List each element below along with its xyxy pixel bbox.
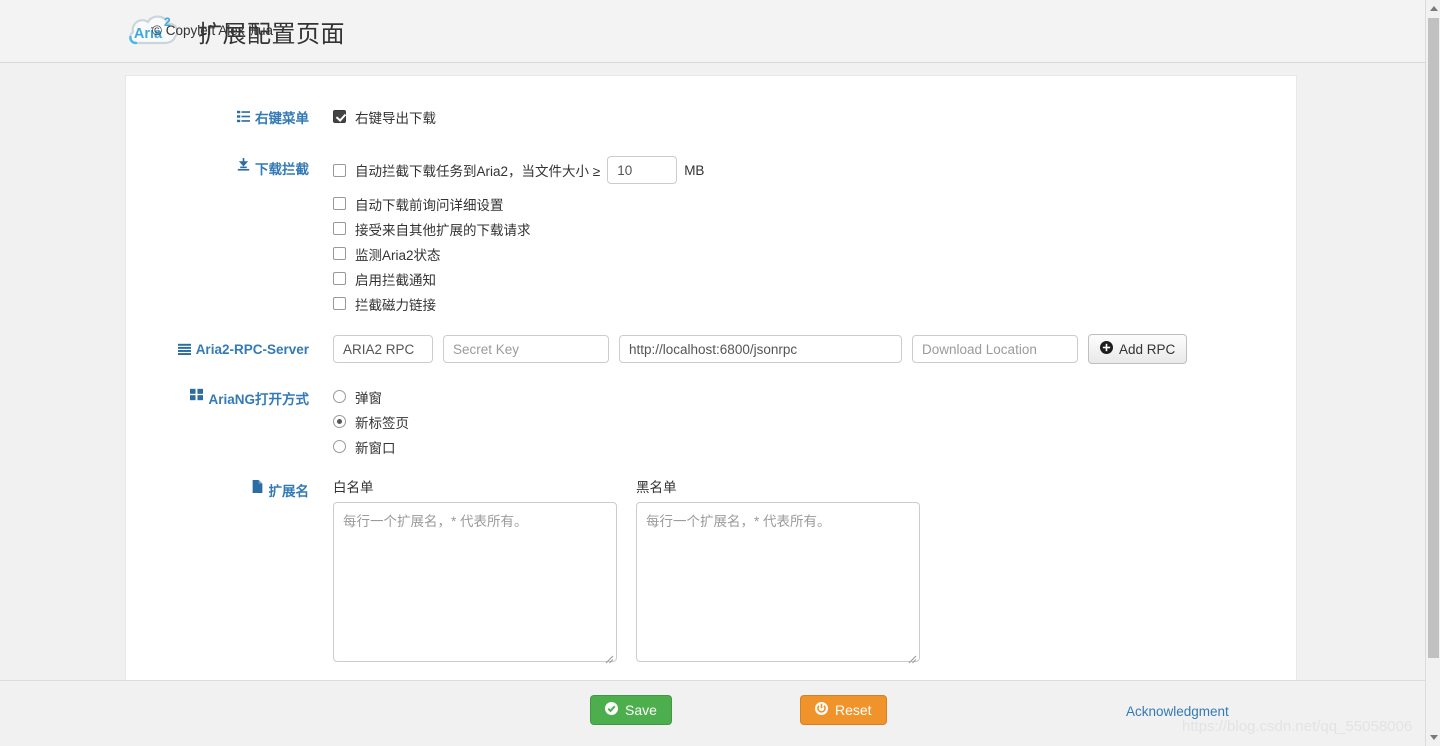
blacklist-label: 黑名单: [636, 476, 920, 496]
blacklist-group: 黑名单: [636, 476, 920, 667]
checkbox-row-monitor-aria2[interactable]: 监测Aria2状态: [333, 241, 704, 266]
server-icon: [178, 343, 191, 356]
radio-row-popup[interactable]: 弹窗: [333, 384, 409, 409]
file-size-threshold-input[interactable]: [607, 156, 677, 184]
checkbox-row-accept-external[interactable]: 接受来自其他扩展的下载请求: [333, 216, 704, 241]
grid-icon: [190, 388, 203, 401]
auto-capture-prefix-label: 自动拦截下载任务到Aria2，当文件大小 ≥: [355, 160, 600, 180]
radio-new-tab[interactable]: [333, 415, 346, 428]
scroll-up-arrow-icon[interactable]: [1430, 6, 1438, 11]
list-icon: [237, 110, 250, 123]
plus-circle-icon: [1100, 341, 1113, 357]
extension-name-label-text: 扩展名: [269, 480, 310, 500]
file-size-unit-label: MB: [684, 163, 704, 178]
checkbox-ask-before-download[interactable]: [333, 197, 346, 210]
radio-new-window[interactable]: [333, 440, 346, 453]
context-menu-label-text: 右键菜单: [255, 107, 309, 127]
radio-new-window-label: 新窗口: [355, 437, 396, 457]
radio-popup[interactable]: [333, 390, 346, 403]
ariang-open-label-text: AriaNG打开方式: [208, 388, 309, 408]
rpc-name-input[interactable]: [333, 335, 433, 363]
checkbox-export-download-label: 右键导出下载: [355, 107, 436, 127]
checkbox-capture-magnet[interactable]: [333, 297, 346, 310]
download-icon: [237, 158, 250, 171]
save-button-label: Save: [625, 702, 657, 718]
section-extension-name: 扩展名 白名单 黑名单: [126, 476, 920, 667]
scrollbar-thumb[interactable]: [1428, 18, 1439, 658]
checkbox-export-download[interactable]: [333, 110, 346, 123]
settings-panel: 右键菜单 右键导出下载 下载拦截: [125, 75, 1297, 680]
watermark-text: https://blog.csdn.net/qq_55058006: [1182, 718, 1412, 735]
add-rpc-button[interactable]: Add RPC: [1088, 334, 1187, 364]
rpc-server-label-text: Aria2-RPC-Server: [196, 342, 309, 357]
checkbox-row-ask-before-download[interactable]: 自动下载前询问详细设置: [333, 191, 704, 216]
section-rpc-server: Aria2-RPC-Server Add RPC: [126, 334, 1187, 364]
checkbox-accept-external-label: 接受来自其他扩展的下载请求: [355, 219, 531, 239]
rpc-secret-input[interactable]: [443, 335, 609, 363]
context-menu-label: 右键菜单: [126, 104, 309, 129]
radio-new-tab-label: 新标签页: [355, 412, 409, 432]
checkbox-capture-magnet-label: 拦截磁力链接: [355, 294, 436, 314]
checkbox-row-enable-notification[interactable]: 启用拦截通知: [333, 266, 704, 291]
reset-button-label: Reset: [835, 702, 872, 718]
radio-row-new-tab[interactable]: 新标签页: [333, 409, 409, 434]
whitelist-group: 白名单: [333, 476, 617, 667]
checkbox-enable-notification[interactable]: [333, 272, 346, 285]
file-icon: [251, 480, 264, 493]
rpc-url-input[interactable]: [619, 335, 902, 363]
checkbox-accept-external[interactable]: [333, 222, 346, 235]
copyright-text: © Copyleft Alex Hua: [152, 23, 273, 38]
checkbox-monitor-aria2-label: 监测Aria2状态: [355, 244, 441, 264]
section-download-capture: 下载拦截 自动拦截下载任务到Aria2，当文件大小 ≥ MB 自动下载前询问详细…: [126, 154, 704, 316]
ariang-open-label: AriaNG打开方式: [126, 384, 309, 459]
section-ariang-open: AriaNG打开方式 弹窗 新标签页 新窗口: [126, 384, 409, 459]
radio-row-new-window[interactable]: 新窗口: [333, 434, 409, 459]
download-capture-label-text: 下载拦截: [255, 158, 309, 178]
checkbox-row-auto-capture[interactable]: 自动拦截下载任务到Aria2，当文件大小 ≥ MB: [333, 154, 704, 186]
download-capture-label: 下载拦截: [126, 154, 309, 316]
blacklist-textarea[interactable]: [636, 502, 920, 662]
radio-popup-label: 弹窗: [355, 387, 382, 407]
checkbox-row-capture-magnet[interactable]: 拦截磁力链接: [333, 291, 704, 316]
rpc-download-location-input[interactable]: [912, 335, 1078, 363]
check-circle-icon: [605, 702, 618, 718]
vertical-scrollbar[interactable]: [1425, 0, 1440, 746]
checkbox-monitor-aria2[interactable]: [333, 247, 346, 260]
checkbox-ask-before-download-label: 自动下载前询问详细设置: [355, 194, 504, 214]
power-reset-icon: [815, 702, 828, 718]
whitelist-textarea[interactable]: [333, 502, 617, 662]
acknowledgment-link[interactable]: Acknowledgment: [1126, 704, 1229, 719]
rpc-server-label: Aria2-RPC-Server: [126, 342, 309, 357]
whitelist-label: 白名单: [333, 476, 617, 496]
reset-button[interactable]: Reset: [800, 695, 887, 725]
extension-name-label: 扩展名: [126, 476, 309, 667]
checkbox-auto-capture[interactable]: [333, 164, 346, 177]
scroll-down-arrow-icon[interactable]: [1430, 735, 1438, 740]
add-rpc-button-label: Add RPC: [1119, 342, 1175, 357]
checkbox-row-export-download[interactable]: 右键导出下载: [333, 104, 436, 129]
checkbox-enable-notification-label: 启用拦截通知: [355, 269, 436, 289]
section-context-menu: 右键菜单 右键导出下载: [126, 104, 436, 129]
save-button[interactable]: Save: [590, 695, 672, 725]
